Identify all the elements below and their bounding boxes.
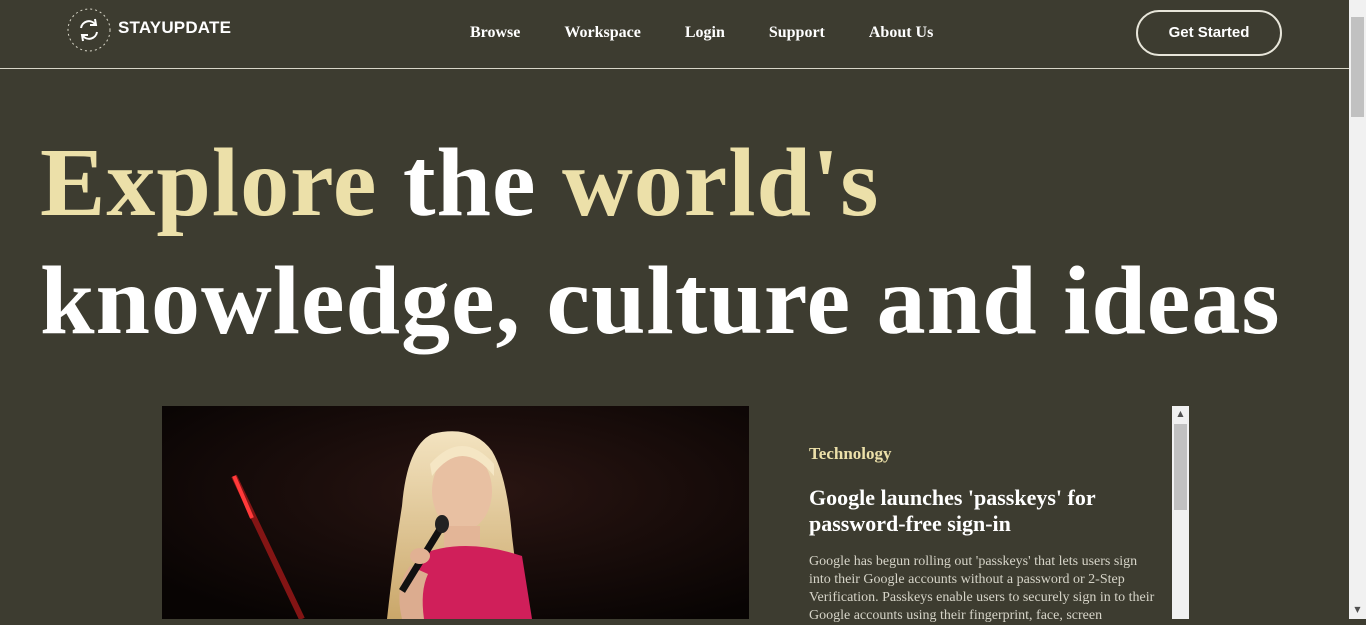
nav-support[interactable]: Support (769, 24, 825, 42)
article-category[interactable]: Technology (809, 444, 1159, 464)
site-header: STAYUPDATE Browse Workspace Login Suppor… (0, 0, 1349, 69)
nav-about-us[interactable]: About Us (869, 24, 933, 42)
hero-word-worlds: world's (561, 129, 880, 237)
nav-login[interactable]: Login (685, 24, 725, 42)
article-scrollbar-thumb[interactable] (1174, 424, 1187, 510)
page-scrollbar[interactable]: ▼ (1349, 0, 1366, 619)
featured-photo[interactable] (162, 406, 749, 619)
page-scrollbar-thumb[interactable] (1351, 17, 1364, 117)
article-summary: Google has begun rolling out 'passkeys' … (809, 554, 1155, 623)
arrow-down-icon[interactable]: ▼ (1349, 605, 1366, 614)
nav-workspace[interactable]: Workspace (564, 24, 640, 42)
article-headline[interactable]: Google launches 'passkeys' for password-… (809, 485, 1159, 537)
featured-article[interactable]: Technology Google launches 'passkeys' fo… (809, 444, 1159, 625)
article-scrollbar[interactable]: ▲ (1172, 406, 1189, 619)
hero-line-2: knowledge, culture and ideas (40, 247, 1281, 355)
nav-browse[interactable]: Browse (470, 24, 520, 42)
get-started-button[interactable]: Get Started (1136, 10, 1282, 56)
brand-logo[interactable]: STAYUPDATE (66, 7, 231, 53)
hero-line-1: Explore the world's (40, 124, 1280, 242)
arrow-up-icon[interactable]: ▲ (1172, 409, 1189, 418)
hero-word-explore: Explore (40, 129, 378, 237)
main-nav: Browse Workspace Login Support About Us (470, 24, 977, 42)
hero-word-the: the (402, 129, 537, 237)
hero-heading: Explore the world's knowledge, culture a… (40, 124, 1280, 360)
brand-name: STAYUPDATE (118, 18, 232, 37)
refresh-cycle-icon (66, 7, 112, 53)
